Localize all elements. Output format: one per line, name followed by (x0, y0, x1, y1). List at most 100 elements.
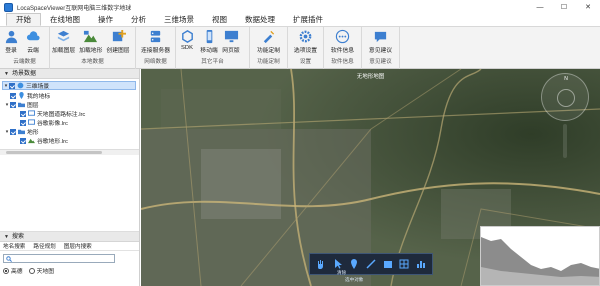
group-label-settings: 设置 (299, 59, 312, 65)
menu-bar: 开始 在线地图 操作 分析 三维场景 视图 数据处理 扩展插件 (0, 13, 600, 27)
scene-data-header[interactable]: ▼ 场景数据 (0, 69, 139, 79)
horizontal-scrollbar[interactable] (0, 149, 139, 155)
load-terrain-button[interactable]: 加载地形 (77, 29, 104, 57)
minimize-button[interactable]: — (528, 0, 552, 14)
brush-icon (263, 30, 275, 44)
app-logo-icon (4, 2, 13, 12)
checkbox[interactable] (10, 92, 16, 99)
tree-label: 地形 (27, 130, 39, 136)
checkbox[interactable] (10, 101, 16, 108)
tab-3d-scene[interactable]: 三维场景 (155, 14, 203, 26)
server-icon (150, 30, 161, 43)
ribbon-group-settings: 选项设置 设置 (288, 27, 324, 69)
hand-tool-button[interactable] (314, 257, 328, 271)
tree-label: 谷歌地形.lrc (37, 139, 68, 145)
search-header[interactable]: ▼ 搜索 (0, 232, 139, 242)
tree-node-terrain[interactable]: ▾ 地形 (4, 127, 39, 136)
load-layer-button[interactable]: 加载图层 (50, 29, 77, 57)
checkbox[interactable] (20, 110, 26, 117)
tab-analysis[interactable]: 分析 (122, 14, 155, 26)
web-button[interactable]: 网页版 (220, 29, 242, 57)
radio-tianditu[interactable] (28, 267, 35, 274)
tree-node-google-imagery[interactable]: 谷歌影像.lrc (20, 118, 68, 127)
placemark-tool-button[interactable] (347, 257, 361, 271)
more-icon (335, 29, 350, 44)
customize-label: 功能定制 (256, 48, 281, 54)
load-layer-label: 加载图层 (52, 48, 76, 54)
cloud-icon (26, 31, 40, 41)
cloud-label: 云端 (27, 48, 39, 54)
tree-node-google-terrain[interactable]: 谷歌地形.lrc (20, 136, 68, 145)
ribbon-group-network: 连接服务器 网络数据 (136, 27, 176, 69)
ribbon-group-feedback: 意见建议 意见建议 (362, 27, 400, 69)
grid-tool-button[interactable] (397, 257, 411, 271)
zoom-slider[interactable] (563, 124, 567, 158)
create-layer-button[interactable]: 创建图层 (104, 29, 131, 57)
tree-label: 三维场景 (26, 84, 50, 90)
ribbon-group-local: 加载图层 加载地形 创建图层 本地数据 (50, 27, 136, 69)
radio-amap-label: 高德 (11, 269, 23, 275)
tree-node-layers[interactable]: ▾ 图层 (4, 100, 39, 109)
connect-server-button[interactable]: 连接服务器 (139, 29, 172, 57)
folder-icon (18, 102, 25, 108)
tree-node-scene[interactable]: ▾ 三维场景 (2, 81, 136, 90)
search-tabs: 地名搜索 路径规划 图层内搜索 (0, 242, 139, 251)
collapse-icon[interactable]: ▼ (4, 232, 9, 242)
map-view[interactable]: 无地形地图 N 清除 选中对象 (141, 69, 600, 286)
select-tool-button[interactable] (331, 257, 345, 271)
group-label-custom: 功能定制 (257, 59, 280, 65)
tab-place-search[interactable]: 地名搜索 (3, 242, 25, 250)
login-button[interactable]: 登录 (0, 29, 22, 57)
radio-amap[interactable] (3, 267, 9, 274)
line-icon (366, 259, 376, 269)
tab-route-planning[interactable]: 路径规划 (33, 242, 55, 250)
checkbox[interactable] (9, 82, 15, 89)
tab-extensions[interactable]: 扩展插件 (284, 14, 332, 26)
collapse-icon[interactable]: ▼ (4, 69, 9, 79)
options-button[interactable]: 选项设置 (292, 29, 319, 57)
ribbon-group-platforms: SDK 移动端 网页版 其它平台 (176, 27, 250, 69)
tab-view[interactable]: 视图 (203, 14, 236, 26)
close-button[interactable]: ✕ (576, 0, 600, 14)
create-layer-icon (112, 29, 126, 42)
navigation-compass[interactable]: N (541, 73, 589, 121)
elevation-profile-panel[interactable] (480, 226, 600, 286)
chart-tool-button[interactable] (414, 257, 428, 271)
tree-node-landmarks[interactable]: 我的地标 (10, 91, 50, 100)
tab-online-map[interactable]: 在线地图 (41, 14, 89, 26)
scene-data-title: 场景数据 (11, 70, 36, 77)
checkbox[interactable] (10, 128, 16, 135)
search-input[interactable] (3, 254, 115, 263)
checkbox[interactable] (20, 137, 26, 144)
checkbox[interactable] (20, 119, 26, 126)
grid-icon (399, 259, 409, 269)
polyline-tool-button[interactable] (364, 257, 378, 271)
sdk-button[interactable]: SDK (176, 29, 198, 57)
mobile-label: 移动端 (200, 48, 218, 54)
group-label-cloud: 云端数据 (13, 59, 36, 65)
tree-label: 天地图道路标注.lrc (37, 112, 86, 118)
polygon-tool-button[interactable] (381, 257, 395, 271)
polygon-icon (383, 261, 392, 268)
tree-label: 图层 (27, 103, 39, 109)
cloud-button[interactable]: 云端 (22, 29, 44, 57)
compass-center[interactable] (557, 89, 575, 107)
mobile-button[interactable]: 移动端 (198, 29, 220, 57)
tab-operation[interactable]: 操作 (89, 14, 122, 26)
scene-tree: ▾ 三维场景 我的地标 ▾ 图层 天地图道路标注.lrc 谷歌影像.lrc ▾ … (0, 79, 139, 155)
tab-data-processing[interactable]: 数据处理 (236, 14, 284, 26)
software-info-button[interactable]: 软件信息 (329, 29, 356, 57)
group-label-network: 网络数据 (144, 59, 167, 65)
tree-empty-area (0, 155, 139, 232)
group-label-feedback: 意见建议 (369, 59, 392, 65)
maximize-button[interactable]: ☐ (552, 0, 576, 14)
group-label-platforms: 其它平台 (201, 59, 224, 65)
north-indicator: N (564, 76, 568, 82)
tree-node-road-labels[interactable]: 天地图道路标注.lrc (20, 109, 85, 118)
customize-button[interactable]: 功能定制 (255, 29, 282, 57)
tree-label: 我的地标 (27, 94, 51, 100)
tab-layer-search[interactable]: 图层内搜索 (64, 242, 92, 250)
ribbon-group-custom: 功能定制 功能定制 (250, 27, 288, 69)
tab-start[interactable]: 开始 (6, 13, 41, 26)
feedback-button[interactable]: 意见建议 (367, 29, 394, 57)
